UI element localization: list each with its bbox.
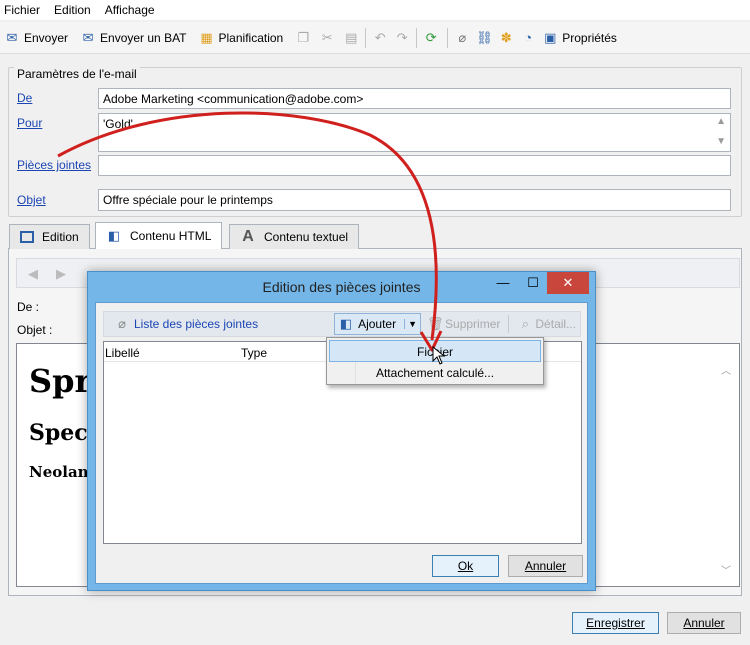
email-params-title: Paramètres de l'e-mail <box>14 67 140 81</box>
link-icon[interactable]: ⛓ <box>476 30 493 46</box>
tab-html-label: Contenu HTML <box>130 229 212 243</box>
planning-label: Planification <box>218 30 284 45</box>
send-label: Envoyer <box>24 30 69 45</box>
toolbar-separator <box>416 27 418 48</box>
add-doc-icon: ◧ <box>339 316 353 331</box>
text-a-icon: A <box>242 228 254 245</box>
trash-icon: 🗑 <box>427 316 444 331</box>
tab-text-content[interactable]: A Contenu textuel <box>229 224 360 249</box>
dialog-cancel-button[interactable]: Annuler <box>508 555 583 577</box>
tab-html-content[interactable]: ◧ Contenu HTML <box>95 222 223 249</box>
menu-affichage[interactable]: Affichage <box>105 3 155 17</box>
ok-button[interactable]: Ok <box>432 555 499 577</box>
cut-icon[interactable]: ✂ <box>319 30 335 46</box>
clipboard-icon: ▣ <box>544 29 557 45</box>
undo-icon[interactable]: ↶ <box>372 30 388 46</box>
menu-fichier[interactable]: Fichier <box>4 3 40 17</box>
cancel-label: Annuler <box>683 616 725 630</box>
tab-text-label: Contenu textuel <box>264 230 349 244</box>
close-icon[interactable]: ✕ <box>547 272 589 294</box>
column-label-header[interactable]: Libellé <box>105 346 140 360</box>
send-bat-label: Envoyer un BAT <box>100 30 187 45</box>
to-field[interactable]: 'Gold' ▲ ▼ <box>98 113 731 152</box>
preview-scroll-up-icon[interactable]: ︿ <box>721 362 731 377</box>
tab-edition-label: Edition <box>42 230 79 244</box>
toolbar-separator <box>365 27 367 48</box>
column-type-header[interactable]: Type <box>241 346 267 360</box>
mouse-cursor-icon <box>432 346 446 365</box>
add-label: Ajouter <box>358 317 397 331</box>
gauge-icon[interactable]: ◔ <box>520 30 536 46</box>
back-arrow-icon[interactable]: ◀ <box>25 266 41 282</box>
envelope-check-icon: ✉ <box>82 29 94 45</box>
properties-button[interactable]: ▣ Propriétés <box>542 30 617 46</box>
envelope-icon: ✉ <box>6 29 18 45</box>
subject-field[interactable]: Offre spéciale pour le printemps <box>98 189 731 211</box>
dialog-cancel-label: Annuler <box>524 559 567 573</box>
redo-icon[interactable]: ↷ <box>394 30 410 46</box>
send-button[interactable]: ✉ Envoyer <box>4 30 68 46</box>
dialog-toolbar-separator <box>508 315 510 333</box>
scroll-down-icon[interactable]: ▼ <box>716 136 726 147</box>
planning-button[interactable]: ▦ Planification <box>199 29 284 46</box>
send-bat-button[interactable]: ✉ Envoyer un BAT <box>80 29 187 46</box>
from-field[interactable]: Adobe Marketing <communication@adobe.com… <box>98 88 731 109</box>
paperclip-icon[interactable]: ⌀ <box>454 30 470 46</box>
attachments-dialog: Edition des pièces jointes — ☐ ✕ ⌀ Liste… <box>87 271 596 591</box>
toolbar-separator <box>447 27 449 48</box>
ok-label: Ok <box>457 559 474 573</box>
subject-link[interactable]: Objet <box>17 193 46 207</box>
menu-bar: Fichier Edition Affichage <box>0 0 750 20</box>
menu-edition[interactable]: Edition <box>54 3 91 17</box>
refresh-icon[interactable]: ⟳ <box>423 30 439 46</box>
tab-edition[interactable]: Edition <box>9 224 90 249</box>
editor-subject-label: Objet : <box>17 323 53 337</box>
maximize-icon[interactable]: ☐ <box>518 272 548 294</box>
main-toolbar: ✉ Envoyer ✉ Envoyer un BAT ▦ Planificati… <box>0 22 750 54</box>
paperclip-icon: ⌀ <box>118 316 126 331</box>
copy-icon[interactable]: ❐ <box>295 30 311 46</box>
from-link[interactable]: De <box>17 91 32 105</box>
properties-label: Propriétés <box>562 30 617 45</box>
to-value: 'Gold' <box>103 117 133 131</box>
gift-icon[interactable]: ✽ <box>498 30 514 46</box>
attachments-list-label: Liste des pièces jointes <box>134 317 259 331</box>
paste-icon[interactable]: ▤ <box>343 30 359 46</box>
cancel-button[interactable]: Annuler <box>667 612 741 634</box>
detail-button[interactable]: Détail... <box>535 317 576 331</box>
calendar-icon: ▦ <box>200 29 213 45</box>
window-icon <box>20 231 34 243</box>
dialog-toolbar: ⌀ Liste des pièces jointes ◧ Ajouter ▼ 🗑… <box>103 311 581 337</box>
add-split-button[interactable]: ◧ Ajouter ▼ <box>334 313 422 335</box>
delete-button[interactable]: Supprimer <box>445 317 500 331</box>
save-button[interactable]: Enregistrer <box>572 612 659 634</box>
magnifier-icon: ⌕ <box>521 316 530 331</box>
scroll-up-icon[interactable]: ▲ <box>716 116 726 127</box>
editor-from-label: De : <box>17 300 40 314</box>
attachments-field[interactable] <box>98 155 731 176</box>
minimize-icon[interactable]: — <box>488 272 518 294</box>
preview-scroll-down-icon[interactable]: ﹀ <box>721 562 731 577</box>
html-doc-icon: ◧ <box>107 228 121 243</box>
dropdown-arrow-icon[interactable]: ▼ <box>404 319 417 329</box>
attachments-link[interactable]: Pièces jointes <box>17 158 91 172</box>
save-label: Enregistrer <box>586 616 645 630</box>
forward-arrow-icon[interactable]: ▶ <box>53 266 69 282</box>
to-link[interactable]: Pour <box>17 116 42 130</box>
